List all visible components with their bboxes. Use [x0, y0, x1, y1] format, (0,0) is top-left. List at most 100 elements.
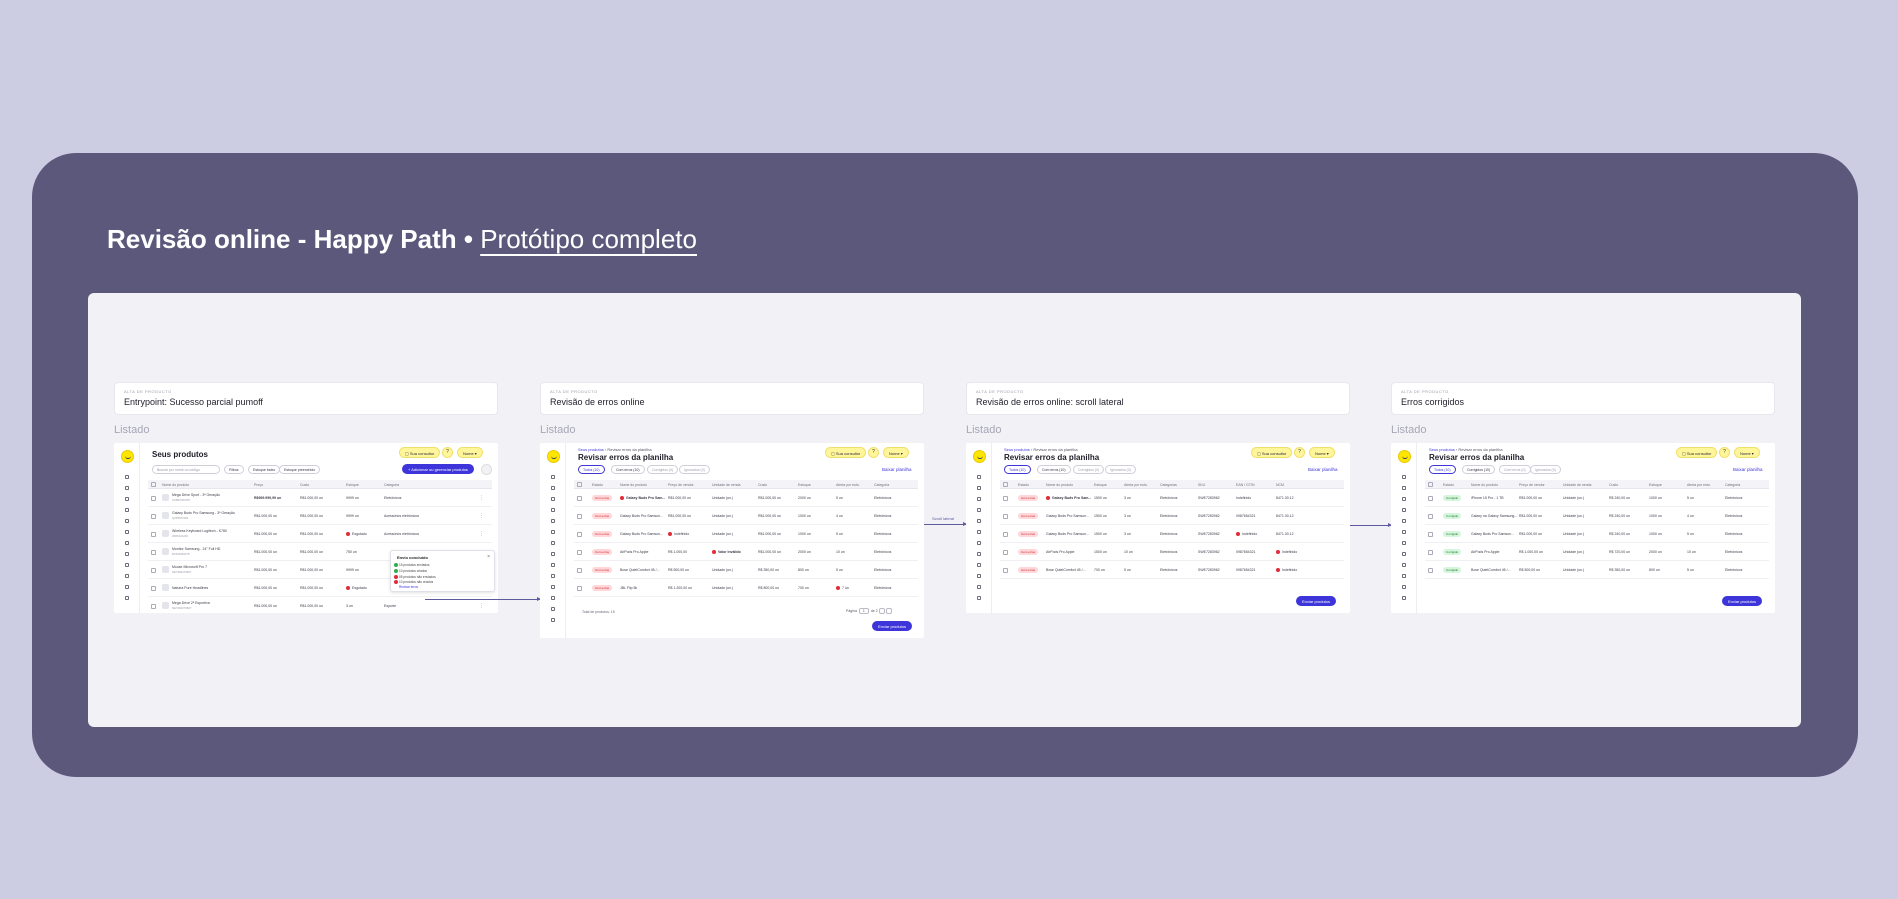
- row-checkbox[interactable]: [577, 568, 582, 573]
- breadcrumb-link[interactable]: Seus produtos: [1004, 447, 1030, 452]
- row-checkbox[interactable]: [1428, 496, 1433, 501]
- link-icon[interactable]: [125, 596, 129, 600]
- col-categories[interactable]: Categorias: [1160, 483, 1177, 487]
- tab-with-errors[interactable]: Com erros (0): [1499, 465, 1531, 474]
- col-ean[interactable]: EAN / GTIN: [1236, 483, 1254, 487]
- row-menu-icon[interactable]: ⋮: [479, 513, 484, 519]
- col-alert[interactable]: Alerta por esto.: [836, 483, 860, 487]
- home-icon[interactable]: [1402, 475, 1406, 479]
- store-icon[interactable]: [551, 563, 555, 567]
- chevron-icon[interactable]: [551, 486, 555, 490]
- row-checkbox[interactable]: [151, 604, 156, 609]
- col-category[interactable]: Categoria: [384, 483, 399, 487]
- select-all-checkbox[interactable]: [1003, 482, 1008, 487]
- store-icon[interactable]: [125, 563, 129, 567]
- row-checkbox[interactable]: [577, 586, 582, 591]
- tab-all[interactable]: Todos (10): [578, 465, 605, 474]
- tag-icon[interactable]: [125, 508, 129, 512]
- box-icon[interactable]: [551, 497, 555, 501]
- chevron-icon[interactable]: [977, 574, 981, 578]
- col-stock[interactable]: Estoque: [1649, 483, 1662, 487]
- box-icon[interactable]: [1402, 497, 1406, 501]
- consultant-button[interactable]: ▢ Sua consultor: [1676, 447, 1718, 458]
- download-sheet-link[interactable]: Baixar planilha: [882, 467, 912, 472]
- users-icon[interactable]: [125, 530, 129, 534]
- home-icon[interactable]: [125, 475, 129, 479]
- col-price[interactable]: Preço de vendor: [668, 483, 694, 487]
- gear-icon[interactable]: [1402, 519, 1406, 523]
- store-icon[interactable]: [977, 563, 981, 567]
- col-sku[interactable]: SKU: [1198, 483, 1205, 487]
- row-checkbox[interactable]: [1003, 568, 1008, 573]
- search-input[interactable]: Buscar por nome ou código: [152, 465, 220, 474]
- users-icon[interactable]: [551, 530, 555, 534]
- table-row[interactable]: Com erros Bose QuietComfort 45 /... 700 …: [1000, 561, 1344, 579]
- chevron-icon[interactable]: [125, 574, 129, 578]
- col-stock[interactable]: Estoque: [346, 483, 359, 487]
- col-stock[interactable]: Estoque: [1094, 483, 1107, 487]
- col-name[interactable]: Nome do produto: [162, 483, 189, 487]
- box-icon[interactable]: [977, 497, 981, 501]
- row-checkbox[interactable]: [151, 550, 156, 555]
- gear-icon[interactable]: [125, 519, 129, 523]
- consultant-button[interactable]: ▢ Sua consultor: [399, 447, 441, 458]
- send-products-button[interactable]: Enviar produtos: [872, 621, 913, 631]
- user-menu[interactable]: Nome ▾: [1734, 447, 1760, 458]
- col-state[interactable]: Estado: [592, 483, 603, 487]
- tab-all[interactable]: Todos (10): [1004, 465, 1031, 474]
- tab-ignored[interactable]: Ignorados (0): [1105, 465, 1136, 474]
- page-input[interactable]: 1: [858, 608, 869, 614]
- table-row[interactable]: Com erros Galaxy Buds Pro Samsun... R$1.…: [574, 507, 918, 525]
- chart-icon[interactable]: [1402, 552, 1406, 556]
- link-icon[interactable]: [977, 596, 981, 600]
- row-checkbox[interactable]: [151, 586, 156, 591]
- table-row[interactable]: Com erros Galaxy Buds Pro Samsun... 1500…: [1000, 507, 1344, 525]
- row-checkbox[interactable]: [577, 514, 582, 519]
- table-row[interactable]: Corrigido iPhone 15 Pro - 1 TB R$1.000,0…: [1425, 489, 1769, 507]
- table-row[interactable]: Corrigido Galaxy na Galaxy Samsung... R$…: [1425, 507, 1769, 525]
- prototype-link[interactable]: Protótipo completo: [480, 224, 697, 254]
- wallet-icon[interactable]: [1402, 585, 1406, 589]
- table-row[interactable]: Corrigido Bose QuietComfort 45 /... R$ 5…: [1425, 561, 1769, 579]
- col-category[interactable]: Categoria: [1725, 483, 1740, 487]
- logout-icon[interactable]: [551, 618, 555, 622]
- truck-icon[interactable]: [125, 541, 129, 545]
- wallet-icon[interactable]: [551, 585, 555, 589]
- row-checkbox[interactable]: [151, 532, 156, 537]
- col-alert[interactable]: Alerta por esto.: [1687, 483, 1711, 487]
- tag-icon[interactable]: [977, 508, 981, 512]
- col-price[interactable]: Preço de vendor: [1519, 483, 1545, 487]
- wallet-icon[interactable]: [125, 585, 129, 589]
- table-row[interactable]: Com erros JBL Flip 5k R$ 1.200,00 un Uni…: [574, 579, 918, 597]
- link-icon[interactable]: [551, 596, 555, 600]
- chevron-icon[interactable]: [977, 486, 981, 490]
- col-alert[interactable]: Alerta por esto.: [1124, 483, 1148, 487]
- breadcrumb-link[interactable]: Seus produtos: [1429, 447, 1455, 452]
- chevron-icon[interactable]: [1402, 486, 1406, 490]
- help-icon[interactable]: ?: [1719, 447, 1730, 458]
- select-all-checkbox[interactable]: [1428, 482, 1433, 487]
- download-sheet-link[interactable]: Baixar planilha: [1308, 467, 1338, 472]
- col-state[interactable]: Estado: [1018, 483, 1029, 487]
- row-menu-icon[interactable]: ⋮: [479, 495, 484, 501]
- col-cost[interactable]: Custo: [1609, 483, 1618, 487]
- close-icon[interactable]: ×: [487, 554, 490, 560]
- row-checkbox[interactable]: [1428, 532, 1433, 537]
- row-checkbox[interactable]: [151, 514, 156, 519]
- send-products-button[interactable]: Enviar produtos: [1296, 596, 1337, 606]
- truck-icon[interactable]: [551, 541, 555, 545]
- tab-corrected[interactable]: Corrigidos (0): [647, 465, 679, 474]
- table-row[interactable]: Mega Drive Sport - 3ª Geração SUB2478478…: [148, 489, 492, 507]
- tab-with-errors[interactable]: Com erros (10): [611, 465, 645, 474]
- tag-icon[interactable]: [551, 508, 555, 512]
- next-page-button[interactable]: [885, 608, 892, 614]
- help-icon[interactable]: ?: [868, 447, 879, 458]
- select-all-checkbox[interactable]: [577, 482, 582, 487]
- home-icon[interactable]: [551, 475, 555, 479]
- table-row[interactable]: Com erros Galaxy Buds Pro Samsun... 1500…: [1000, 525, 1344, 543]
- tag-icon[interactable]: [1402, 508, 1406, 512]
- col-stock[interactable]: Estoque: [798, 483, 811, 487]
- col-unit[interactable]: Unidade de venda: [712, 483, 740, 487]
- select-all-checkbox[interactable]: [151, 482, 156, 487]
- table-row[interactable]: Com erros AirPods Pro Apple R$ 1.000,00 …: [574, 543, 918, 561]
